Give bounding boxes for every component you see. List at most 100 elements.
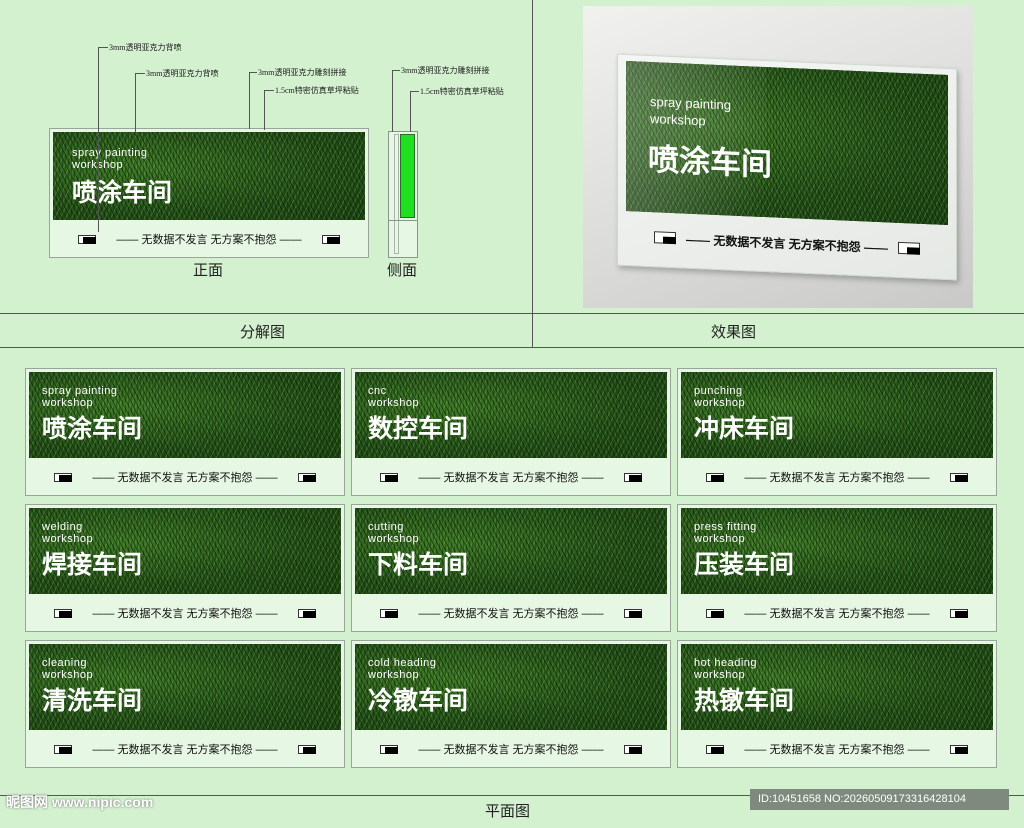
workshop-sign-7: cleaning workshop 清洗车间 —— 无数据不发言 无方案不抱怨 … — [25, 640, 345, 768]
effect-photo: spray painting workshop 喷涂车间 —— 无数据不发言 无… — [583, 6, 973, 308]
annotation-front-b: 3mm透明亚克力背喷 — [146, 69, 219, 78]
holder-left-icon — [54, 744, 72, 754]
holder-left-icon — [380, 472, 398, 482]
slogan-strip: —— 无数据不发言 无方案不抱怨 —— — [26, 733, 344, 765]
workshop-sign-4: welding workshop 焊接车间 —— 无数据不发言 无方案不抱怨 —… — [25, 504, 345, 632]
annotation-side-a: 3mm透明亚克力雕刻拼接 — [401, 66, 490, 75]
slogan-strip: —— 无数据不发言 无方案不抱怨 —— — [352, 733, 670, 765]
sign-chinese-title: 冷镦车间 — [368, 686, 469, 715]
workshop-sign-2: cnc workshop 数控车间 —— 无数据不发言 无方案不抱怨 —— — [351, 368, 671, 496]
watermark-id: ID:10451658 NO:20260509173316428104 — [750, 789, 1009, 810]
holder-left-icon — [78, 234, 96, 244]
holder-right-icon — [297, 472, 316, 482]
sign-chinese-title: 喷涂车间 — [42, 414, 143, 443]
sign-english-line1: cleaning — [42, 657, 87, 669]
sign-english-line1: hot heading — [694, 657, 757, 669]
holder-right-icon — [297, 744, 316, 754]
leader-line-b-v — [135, 73, 136, 133]
leader-line-d-v — [264, 90, 265, 130]
side-grass-layer — [400, 134, 415, 218]
slogan-strip: —— 无数据不发言 无方案不抱怨 —— — [678, 733, 996, 765]
sign-english-line1: spray painting — [72, 147, 148, 159]
photo-holder-left-icon — [654, 231, 676, 245]
sign-english-line1: welding — [42, 521, 83, 533]
holder-left-icon — [380, 744, 398, 754]
photo-holder-right-icon — [897, 241, 920, 255]
leader-line-side-a-v — [392, 70, 393, 132]
annotation-front-a: 3mm透明亚克力背喷 — [109, 43, 182, 52]
slogan-strip: —— 无数据不发言 无方案不抱怨 —— — [678, 597, 996, 629]
photo-sign-acrylic: spray painting workshop 喷涂车间 —— 无数据不发言 无… — [617, 53, 957, 281]
leader-line-side-b-h — [410, 91, 419, 92]
leader-line-b-h — [135, 73, 145, 74]
front-view-sign: spray painting workshop 喷涂车间 —— 无数据不发言 无… — [49, 128, 369, 258]
slogan-text: —— 无数据不发言 无方案不抱怨 —— — [92, 472, 278, 484]
photo-sign-english-line2: workshop — [650, 111, 706, 129]
label-side: 侧面 — [387, 263, 418, 279]
sign-english-line2: workshop — [368, 397, 420, 409]
slogan-text: —— 无数据不发言 无方案不抱怨 —— — [744, 472, 930, 484]
holder-right-icon — [321, 234, 340, 244]
photo-slogan-text: —— 无数据不发言 无方案不抱怨 —— — [685, 232, 888, 255]
holder-left-icon — [54, 472, 72, 482]
holder-right-icon — [949, 472, 968, 482]
holder-left-icon — [706, 472, 724, 482]
divider-vertical — [532, 0, 533, 348]
workshop-sign-3: punching workshop 冲床车间 —— 无数据不发言 无方案不抱怨 … — [677, 368, 997, 496]
slogan-text: —— 无数据不发言 无方案不抱怨 —— — [418, 608, 604, 620]
side-acrylic-layer — [394, 134, 399, 254]
sign-english-line2: workshop — [368, 669, 420, 681]
label-exploded: 分解图 — [240, 325, 286, 341]
holder-left-icon — [706, 608, 724, 618]
annotation-front-c: 3mm透明亚克力雕刻拼接 — [258, 68, 347, 77]
sign-english-line2: workshop — [694, 533, 746, 545]
sign-chinese-title: 热镦车间 — [694, 686, 795, 715]
sign-chinese-title: 冲床车间 — [694, 414, 795, 443]
slogan-strip: —— 无数据不发言 无方案不抱怨 —— — [26, 597, 344, 629]
slogan-strip: —— 无数据不发言 无方案不抱怨 —— — [678, 461, 996, 493]
holder-left-icon — [706, 744, 724, 754]
holder-right-icon — [949, 608, 968, 618]
workshop-sign-8: cold heading workshop 冷镦车间 —— 无数据不发言 无方案… — [351, 640, 671, 768]
sign-english-line1: press fitting — [694, 521, 757, 533]
leader-line-side-b-v — [410, 91, 411, 132]
workshop-sign-5: cutting workshop 下料车间 —— 无数据不发言 无方案不抱怨 —… — [351, 504, 671, 632]
leader-line-c-v — [249, 72, 250, 129]
holder-right-icon — [297, 608, 316, 618]
holder-right-icon — [623, 744, 642, 754]
photo-slogan-strip: —— 无数据不发言 无方案不抱怨 —— — [626, 218, 948, 268]
holder-left-icon — [54, 608, 72, 618]
sign-english-line2: workshop — [368, 533, 420, 545]
sign-chinese-title: 清洗车间 — [42, 686, 143, 715]
leader-line-a-h — [98, 47, 108, 48]
sign-chinese-title: 焊接车间 — [42, 550, 143, 579]
sign-english-line1: cutting — [368, 521, 404, 533]
leader-line-side-a-h — [392, 70, 400, 71]
side-base — [389, 220, 417, 221]
sign-english-line1: cold heading — [368, 657, 437, 669]
leader-line-c-h — [249, 72, 257, 73]
slogan-text: —— 无数据不发言 无方案不抱怨 —— — [92, 744, 278, 756]
slogan-strip: —— 无数据不发言 无方案不抱怨 —— — [352, 597, 670, 629]
sign-chinese-title: 数控车间 — [368, 414, 469, 443]
sign-english-line1: punching — [694, 385, 743, 397]
sign-chinese-title: 喷涂车间 — [72, 178, 173, 207]
slogan-text: —— 无数据不发言 无方案不抱怨 —— — [418, 472, 604, 484]
workshop-sign-9: hot heading workshop 热镦车间 —— 无数据不发言 无方案不… — [677, 640, 997, 768]
annotation-side-b: 1.5cm特密仿真草坪粘贴 — [420, 87, 504, 96]
sign-english-line1: spray painting — [42, 385, 118, 397]
label-plan: 平面图 — [485, 804, 531, 820]
sign-chinese-title: 下料车间 — [368, 550, 469, 579]
slogan-text: —— 无数据不发言 无方案不抱怨 —— — [92, 608, 278, 620]
divider-caption-horizontal — [0, 347, 1024, 348]
slogan-text: —— 无数据不发言 无方案不抱怨 —— — [418, 744, 604, 756]
sign-english-line2: workshop — [42, 533, 94, 545]
divider-top-horizontal — [0, 313, 1024, 314]
slogan-text: —— 无数据不发言 无方案不抱怨 —— — [744, 744, 930, 756]
annotation-front-d: 1.5cm特密仿真草坪粘贴 — [275, 86, 359, 95]
holder-left-icon — [380, 608, 398, 618]
slogan-text: —— 无数据不发言 无方案不抱怨 —— — [744, 608, 930, 620]
workshop-sign-1: spray painting workshop 喷涂车间 —— 无数据不发言 无… — [25, 368, 345, 496]
photo-sign-chinese-title: 喷涂车间 — [648, 141, 772, 184]
holder-right-icon — [623, 472, 642, 482]
